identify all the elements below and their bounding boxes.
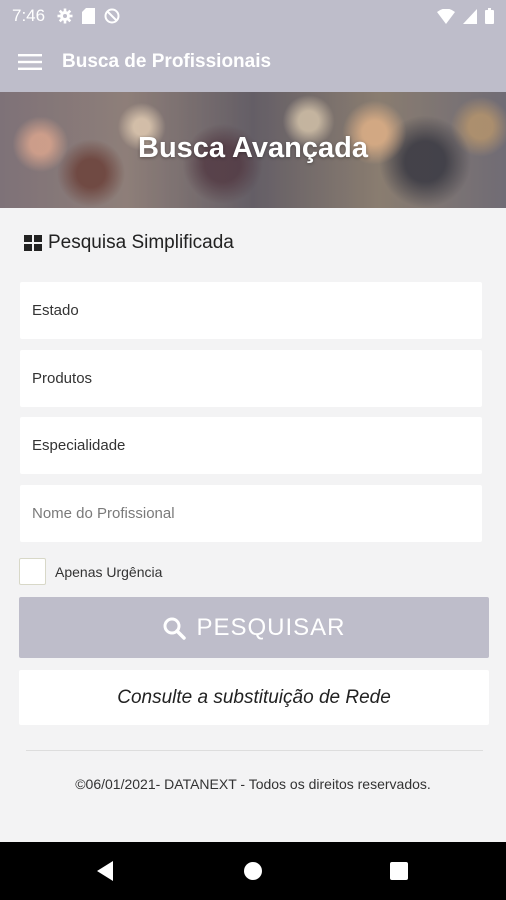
banner-image: Busca Avançada [0, 92, 506, 208]
settings-icon [57, 8, 73, 24]
recents-button[interactable] [374, 842, 424, 900]
section-title: Pesquisa Simplificada [48, 232, 234, 253]
status-time: 7:46 [12, 6, 46, 25]
network-substitution-button[interactable]: Consulte a substituição de Rede [19, 670, 489, 725]
grid-icon [24, 235, 42, 251]
back-button[interactable] [80, 842, 130, 900]
back-icon [97, 861, 113, 881]
do-not-disturb-icon [104, 8, 120, 24]
search-button[interactable]: PESQUISAR [19, 597, 489, 658]
system-nav-bar [0, 842, 506, 900]
signal-icon [463, 8, 477, 24]
search-button-label: PESQUISAR [196, 613, 346, 641]
especialidade-label: Especialidade [32, 437, 126, 454]
home-icon [244, 862, 262, 880]
app-title: Busca de Profissionais [62, 51, 272, 72]
estado-label: Estado [32, 302, 79, 319]
especialidade-select[interactable]: Especialidade [20, 417, 482, 474]
urgencia-label: Apenas Urgência [55, 563, 163, 580]
footer-text: ©06/01/2021- DATANEXT - Todos os direito… [75, 776, 431, 792]
status-bar: 7:46 [0, 0, 506, 32]
sd-card-icon [82, 8, 96, 24]
section-header: Pesquisa Simplificada [24, 232, 234, 254]
estado-select[interactable]: Estado [20, 282, 482, 339]
recents-icon [390, 862, 408, 880]
produtos-label: Produtos [32, 370, 93, 387]
divider [26, 750, 483, 751]
home-button[interactable] [228, 842, 278, 900]
produtos-select[interactable]: Produtos [20, 350, 482, 407]
urgencia-checkbox[interactable] [19, 558, 46, 585]
battery-icon [485, 8, 494, 24]
nome-profissional-placeholder: Nome do Profissional [32, 505, 175, 522]
app-bar: Busca de Profissionais [0, 32, 506, 92]
search-icon [163, 617, 187, 640]
wifi-icon [437, 8, 455, 24]
menu-icon[interactable] [0, 32, 60, 92]
urgencia-row: Apenas Urgência [19, 558, 162, 585]
nome-profissional-input[interactable]: Nome do Profissional [20, 485, 482, 542]
banner-title: Busca Avançada [138, 132, 368, 164]
network-substitution-label: Consulte a substituição de Rede [117, 686, 391, 708]
